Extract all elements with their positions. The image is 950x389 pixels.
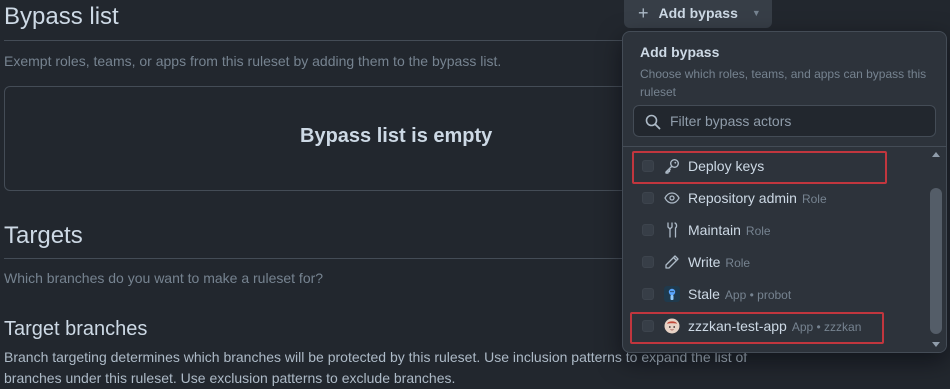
item-meta: Role <box>801 192 827 206</box>
list-item-maintain[interactable]: Maintain Role <box>623 214 928 246</box>
item-label: Repository admin <box>688 190 797 206</box>
item-meta: App • probot <box>724 288 792 302</box>
eye-icon <box>664 192 680 204</box>
dropdown-description: Choose which roles, teams, and apps can … <box>640 67 927 99</box>
highlight-box <box>630 312 884 344</box>
checkbox[interactable] <box>642 288 654 300</box>
target-branches-heading: Target branches <box>4 318 148 340</box>
caret-down-icon: ▼ <box>751 8 761 18</box>
item-label: Stale <box>688 286 720 302</box>
scroll-down-arrow-icon[interactable] <box>932 342 940 347</box>
list-item-write[interactable]: Write Role <box>623 246 928 278</box>
item-meta: Role <box>725 256 751 270</box>
bypass-description: Exempt roles, teams, or apps from this r… <box>4 53 502 69</box>
add-bypass-button[interactable]: + Add bypass ▼ <box>624 0 772 28</box>
divider <box>4 258 624 259</box>
checkbox[interactable] <box>642 224 654 236</box>
divider <box>623 146 946 147</box>
scroll-up-arrow-icon[interactable] <box>932 152 940 157</box>
divider <box>4 40 624 41</box>
item-meta: Role <box>745 224 771 238</box>
list-item-stale[interactable]: Stale App • probot <box>623 278 928 310</box>
highlight-box <box>632 151 887 184</box>
add-bypass-button-label: Add bypass <box>658 5 738 21</box>
targets-question: Which branches do you want to make a rul… <box>4 270 324 286</box>
targets-heading: Targets <box>4 222 83 249</box>
bypass-list-heading: Bypass list <box>4 3 119 30</box>
scrollbar-thumb[interactable] <box>930 188 942 334</box>
add-bypass-dropdown: Add bypass Choose which roles, teams, an… <box>622 31 947 353</box>
search-icon <box>645 114 661 130</box>
filter-input[interactable] <box>668 112 922 130</box>
dropdown-title: Add bypass <box>640 44 720 60</box>
filter-bypass-actors[interactable] <box>633 105 936 137</box>
stale-app-avatar-icon <box>664 286 680 302</box>
item-label: Write <box>688 254 721 270</box>
item-label: Maintain <box>688 222 741 238</box>
list-item-repository-admin[interactable]: Repository admin Role <box>623 182 928 214</box>
checkbox[interactable] <box>642 192 654 204</box>
target-branches-text-line2: branches under this ruleset. Use exclusi… <box>4 370 456 386</box>
checkbox[interactable] <box>642 256 654 268</box>
bypass-empty-box: Bypass list is empty <box>4 86 646 191</box>
bypass-empty-title: Bypass list is empty <box>300 125 493 147</box>
tools-icon <box>667 222 678 238</box>
pencil-icon <box>665 255 679 269</box>
plus-icon: + <box>638 2 649 23</box>
